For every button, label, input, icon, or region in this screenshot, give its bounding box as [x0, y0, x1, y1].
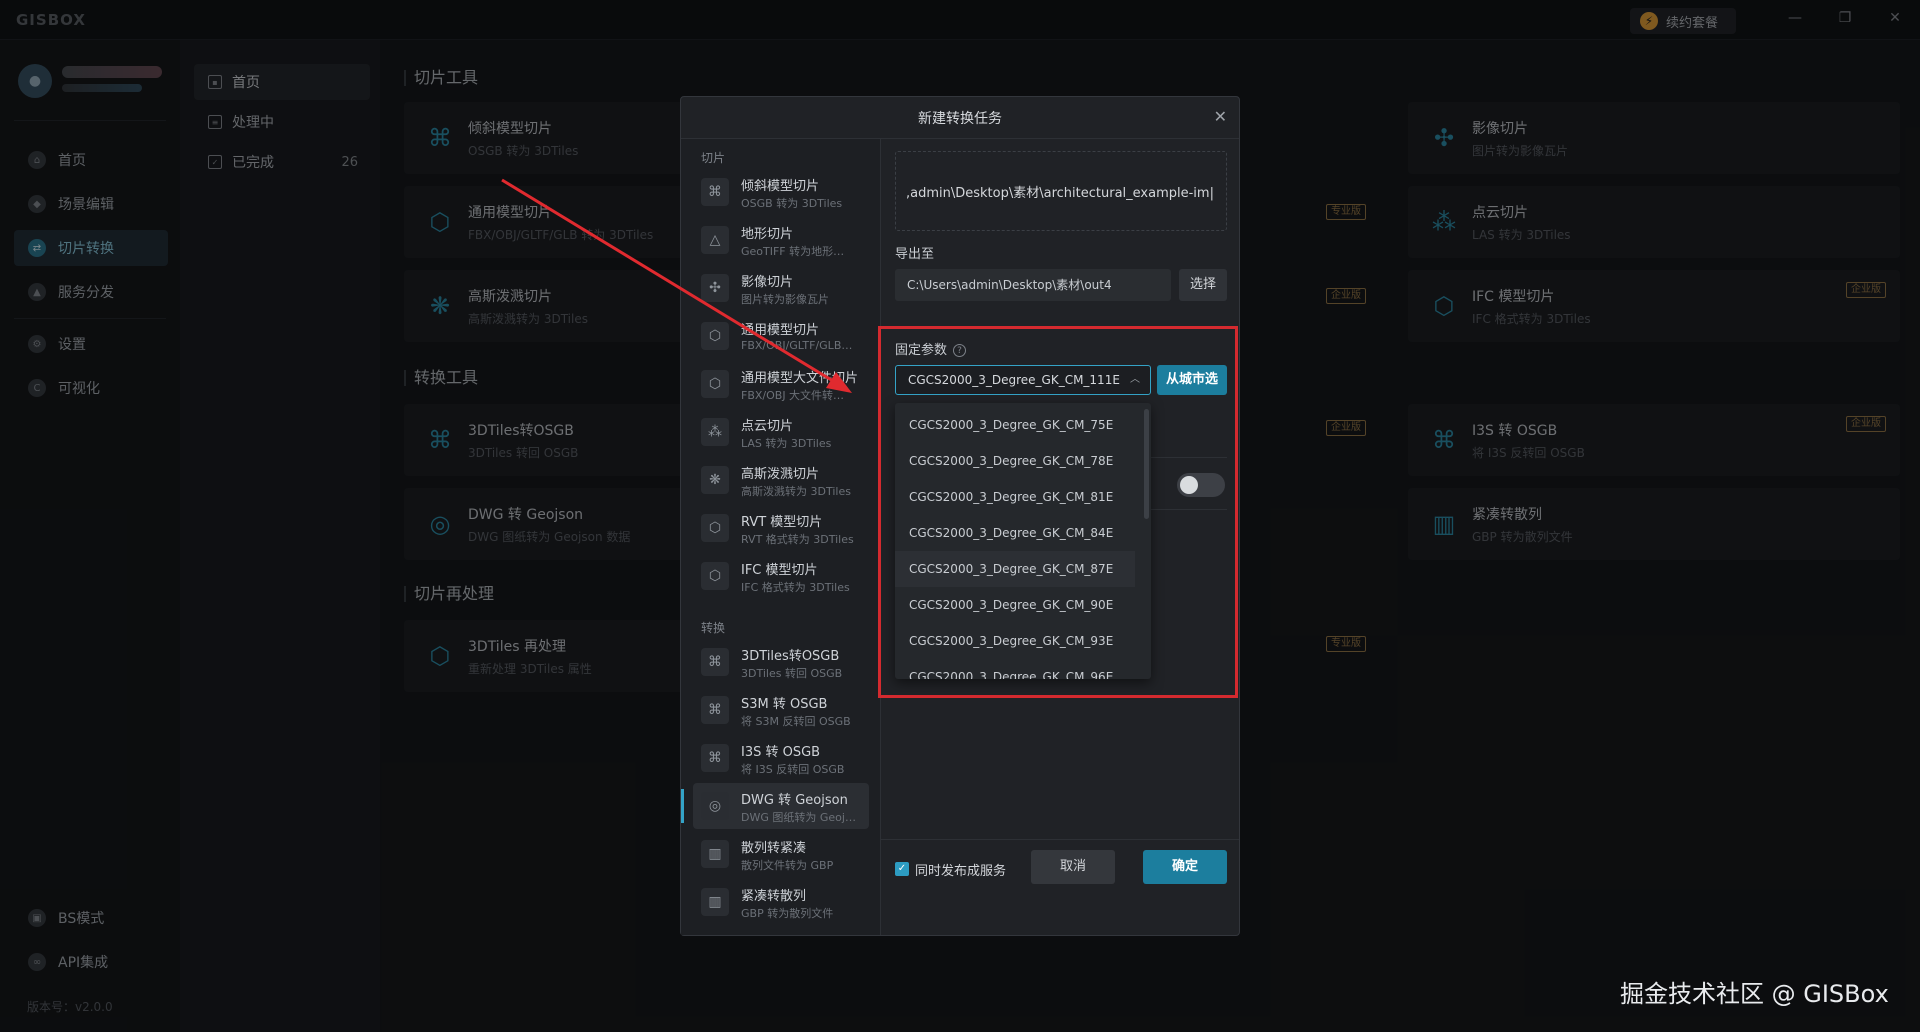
task-type-item[interactable]: ✣ 影像切片 图片转为影像瓦片 — [693, 265, 869, 311]
task-type-item[interactable]: ❋ 高斯泼溅切片 高斯泼溅转为 3DTiles — [693, 457, 869, 503]
item-title: 通用模型切片 — [741, 323, 820, 338]
task-type-item[interactable]: ⌘ I3S 转 OSGB 将 I3S 反转回 OSGB — [693, 735, 869, 781]
gaussian-splat-icon: ❋ — [701, 466, 729, 494]
task-type-item[interactable]: △ 地形切片 GeoTIFF 转为地形… — [693, 217, 869, 263]
item-subtitle: DWG 图纸转为 Geoj… — [741, 811, 856, 824]
item-subtitle: GBP 转为散列文件 — [741, 907, 834, 920]
item-subtitle: FBX/OBJ/GLTF/GLB… — [741, 339, 853, 352]
ifc-model-icon: ⬡ — [701, 562, 729, 590]
dialog-header: 新建转换任务 ✕ — [681, 97, 1239, 139]
item-subtitle: RVT 格式转为 3DTiles — [741, 533, 854, 546]
item-title: 紧凑转散列 — [741, 889, 807, 904]
item-title: 地形切片 — [741, 227, 794, 242]
item-title: 高斯泼溅切片 — [741, 467, 820, 482]
cancel-button[interactable]: 取消 — [1031, 850, 1115, 884]
task-type-item[interactable]: ⬡ 通用模型切片 FBX/OBJ/GLTF/GLB… — [693, 313, 869, 359]
item-title: S3M 转 OSGB — [741, 697, 828, 712]
group-label-slice: 切片 — [701, 151, 726, 165]
tiles-to-osgb-icon: ⌘ — [701, 648, 729, 676]
item-title: 通用模型大文件切片 — [741, 371, 859, 386]
watermark-text: 掘金技术社区 @ GISBox — [1620, 980, 1889, 1008]
hash-to-compact-icon: ▥ — [701, 840, 729, 868]
item-subtitle: 3DTiles 转回 OSGB — [741, 667, 843, 680]
selection-indicator — [681, 789, 684, 823]
item-title: 影像切片 — [741, 275, 794, 290]
task-type-item[interactable]: ▥ 紧凑转散列 GBP 转为散列文件 — [693, 879, 869, 925]
publish-checkbox[interactable]: ✓ — [895, 862, 909, 876]
input-file-dropzone[interactable]: ,admin\Desktop\素材\architectural_example-… — [895, 151, 1227, 231]
dialog-footer: ✓ 同时发布成服务 取消 确定 — [881, 839, 1239, 891]
cube-icon: ⬡ — [701, 370, 729, 398]
item-subtitle: OSGB 转为 3DTiles — [741, 197, 843, 210]
input-file-path: ,admin\Desktop\素材\architectural_example-… — [906, 186, 1214, 201]
task-type-item[interactable]: ▥ 散列转紧凑 散列文件转为 GBP — [693, 831, 869, 877]
cube-icon: ⬡ — [701, 322, 729, 350]
output-path-field[interactable]: C:\Users\admin\Desktop\素材\out4 — [895, 269, 1171, 301]
task-type-item[interactable]: ⌘ 3DTiles转OSGB 3DTiles 转回 OSGB — [693, 639, 869, 685]
i3s-icon: ⌘ — [701, 744, 729, 772]
item-subtitle: 散列文件转为 GBP — [741, 859, 834, 872]
item-title: 3DTiles转OSGB — [741, 649, 840, 664]
select-output-button[interactable]: 选择 — [1179, 269, 1227, 301]
item-subtitle: 将 S3M 反转回 OSGB — [741, 715, 851, 728]
task-type-item[interactable]: ⬡ 通用模型大文件切片 FBX/OBJ 大文件转… — [693, 361, 869, 407]
item-subtitle: 高斯泼溅转为 3DTiles — [741, 485, 851, 498]
confirm-button[interactable]: 确定 — [1143, 850, 1227, 884]
task-type-item[interactable]: ⌘ 倾斜模型切片 OSGB 转为 3DTiles — [693, 169, 869, 215]
item-title: DWG 转 Geojson — [741, 793, 848, 808]
oblique-model-icon: ⌘ — [701, 178, 729, 206]
dialog-title: 新建转换任务 — [918, 110, 1002, 127]
item-title: IFC 模型切片 — [741, 563, 818, 578]
item-subtitle: FBX/OBJ 大文件转… — [741, 389, 845, 402]
image-tile-icon: ✣ — [701, 274, 729, 302]
group-label-convert: 转换 — [701, 621, 726, 635]
publish-label: 同时发布成服务 — [915, 864, 1007, 879]
compact-to-hash-icon: ▥ — [701, 888, 729, 916]
dwg-icon: ◎ — [701, 792, 729, 820]
task-type-item[interactable]: ⁂ 点云切片 LAS 转为 3DTiles — [693, 409, 869, 455]
close-icon[interactable]: ✕ — [1214, 107, 1227, 126]
rvt-model-icon: ⬡ — [701, 514, 729, 542]
item-title: 散列转紧凑 — [741, 841, 807, 856]
item-title: 倾斜模型切片 — [741, 179, 820, 194]
item-subtitle: LAS 转为 3DTiles — [741, 437, 832, 450]
task-type-list: 切片 ⌘ 倾斜模型切片 OSGB 转为 3DTiles △ 地形切片 GeoTI… — [681, 139, 881, 935]
s3m-icon: ⌘ — [701, 696, 729, 724]
item-subtitle: 图片转为影像瓦片 — [741, 293, 829, 306]
export-label: 导出至 — [895, 247, 935, 262]
task-type-item-selected[interactable]: ◎ DWG 转 Geojson DWG 图纸转为 Geoj… — [681, 783, 869, 829]
item-title: I3S 转 OSGB — [741, 745, 821, 760]
task-type-item[interactable]: ⬡ IFC 模型切片 IFC 格式转为 3DTiles — [693, 553, 869, 599]
task-type-item[interactable]: ⬡ RVT 模型切片 RVT 格式转为 3DTiles — [693, 505, 869, 551]
point-cloud-icon: ⁂ — [701, 418, 729, 446]
item-title: RVT 模型切片 — [741, 515, 823, 530]
highlight-box — [878, 326, 1238, 698]
item-subtitle: IFC 格式转为 3DTiles — [741, 581, 850, 594]
item-subtitle: 将 I3S 反转回 OSGB — [741, 763, 845, 776]
item-subtitle: GeoTIFF 转为地形… — [741, 245, 845, 258]
item-title: 点云切片 — [741, 419, 794, 434]
task-type-item[interactable]: ⌘ S3M 转 OSGB 将 S3M 反转回 OSGB — [693, 687, 869, 733]
terrain-icon: △ — [701, 226, 729, 254]
